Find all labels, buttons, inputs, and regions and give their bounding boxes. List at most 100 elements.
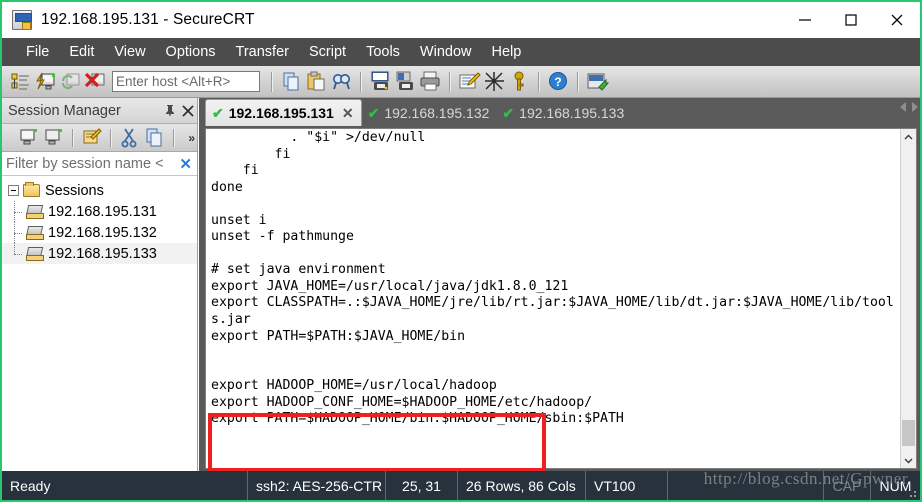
print-icon[interactable] [419,70,442,93]
disconnect-icon[interactable] [84,70,107,93]
tree-root-label: Sessions [45,182,104,199]
menu-view[interactable]: View [104,41,155,63]
scroll-up-icon[interactable] [901,129,916,145]
tab-192-168-195-132[interactable]: ✔ 192.168.195.132 [362,100,497,126]
session-item-label: 192.168.195.132 [48,224,157,241]
session-manager-panel: Session Manager » Filter by session name… [2,98,198,473]
tab-label: 192.168.195.132 [384,105,490,121]
session-manager-toolbar: » [2,124,197,152]
menu-edit[interactable]: Edit [59,41,104,63]
menu-help[interactable]: Help [482,41,532,63]
toolbar-separator [271,71,273,92]
menu-script[interactable]: Script [299,41,356,63]
status-spacer [667,471,823,500]
tab-label: 192.168.195.133 [519,105,625,121]
menu-tools[interactable]: Tools [356,41,410,63]
key-icon[interactable] [508,70,531,93]
menu-file[interactable]: File [16,41,59,63]
session-icon [26,205,44,219]
menu-transfer[interactable]: Transfer [226,41,299,63]
tree-guide-line [14,211,22,213]
folder-icon [23,182,40,197]
toolbar-separator [538,71,540,92]
raw-protocol-icon[interactable] [483,70,506,93]
find-icon[interactable] [330,70,353,93]
session-filter-input[interactable]: Filter by session name < [6,156,174,172]
close-button[interactable] [874,2,920,38]
cut-icon[interactable] [119,127,141,148]
svg-text:?: ? [554,75,561,89]
toolbar-separator [72,128,74,147]
menu-options[interactable]: Options [156,41,226,63]
session-icon [26,226,44,240]
session-tree: Sessions 192.168.195.131 192.168.195.132… [2,176,197,264]
title-bar: 192.168.195.131 - SecureCRT [2,2,920,38]
scrollbar-thumb[interactable] [902,420,915,446]
new-session-icon[interactable] [18,127,40,148]
new-folder-icon[interactable] [43,127,65,148]
toolbar-overflow-button[interactable]: » [188,131,195,145]
tree-root-sessions[interactable]: Sessions [2,180,197,201]
copy-icon[interactable] [144,127,166,148]
properties-icon[interactable] [81,127,103,148]
tab-scroll-right-icon[interactable] [912,102,918,112]
connected-check-icon: ✔ [502,105,515,121]
status-ready: Ready [10,477,51,494]
menu-bar: File Edit View Options Transfer Script T… [2,38,920,66]
print-selection-icon[interactable] [394,70,417,93]
tab-scroll-left-icon[interactable] [900,102,906,112]
file-transfer-icon[interactable] [586,70,610,93]
session-filter-bar: Filter by session name < ✕ [2,152,197,176]
clear-filter-icon[interactable]: ✕ [174,155,197,173]
tree-guide-line [14,243,15,254]
session-item-133[interactable]: 192.168.195.133 [2,243,197,264]
pin-icon[interactable] [161,101,179,121]
print-screen-icon[interactable] [369,70,392,93]
tab-192-168-195-133[interactable]: ✔ 192.168.195.133 [496,100,631,126]
terminal-output: . "$i" >/dev/null fi fi done unset i uns… [211,130,894,427]
copy-icon[interactable] [280,70,303,93]
tab-close-icon[interactable]: ✕ [342,105,354,122]
toolbar-separator [360,71,362,92]
minimize-button[interactable] [782,2,828,38]
maximize-button[interactable] [828,2,874,38]
status-cursor-position: 25, 31 [385,471,457,500]
help-icon[interactable]: ? [547,70,570,93]
tree-guide-line [14,232,22,234]
window-controls [782,2,920,38]
terminal-scrollbar[interactable] [900,129,916,468]
reconnect-icon [59,70,82,93]
menu-window[interactable]: Window [410,41,482,63]
securecrt-icon [12,10,32,30]
session-item-132[interactable]: 192.168.195.132 [2,222,197,243]
paste-icon[interactable] [305,70,328,93]
status-cipher: ssh2: AES-256-CTR [247,471,385,500]
toolbar-separator [577,71,579,92]
toolbar-separator [173,128,175,147]
toolbar-separator [449,71,451,92]
host-input[interactable]: Enter host <Alt+R> [112,71,260,92]
tab-label: 192.168.195.131 [228,105,334,121]
status-dimensions: 26 Rows, 86 Cols [457,471,585,500]
collapse-icon[interactable] [8,185,19,196]
scroll-down-icon[interactable] [901,452,916,468]
session-icon [26,247,44,261]
terminal-area: ✔ 192.168.195.131 ✕ ✔ 192.168.195.132 ✔ … [199,98,920,473]
status-caps-lock: CAP [823,471,870,500]
connect-icon[interactable] [34,70,57,93]
session-item-131[interactable]: 192.168.195.131 [2,201,197,222]
tab-scroll-controls [900,102,918,112]
session-item-label: 192.168.195.133 [48,245,157,262]
session-manager-header: Session Manager [2,98,197,124]
connected-check-icon: ✔ [367,105,380,121]
tab-bar: ✔ 192.168.195.131 ✕ ✔ 192.168.195.132 ✔ … [199,98,920,126]
toolbar-separator [110,128,112,147]
status-emulation: VT100 [585,471,667,500]
terminal-frame[interactable]: . "$i" >/dev/null fi fi done unset i uns… [205,128,917,469]
resize-grip-icon[interactable] [904,485,918,499]
log-session-icon[interactable] [458,70,481,93]
tab-192-168-195-131[interactable]: ✔ 192.168.195.131 ✕ [205,99,362,126]
close-icon[interactable] [179,101,197,121]
session-manager-icon[interactable] [9,70,32,93]
session-manager-title: Session Manager [8,102,121,119]
